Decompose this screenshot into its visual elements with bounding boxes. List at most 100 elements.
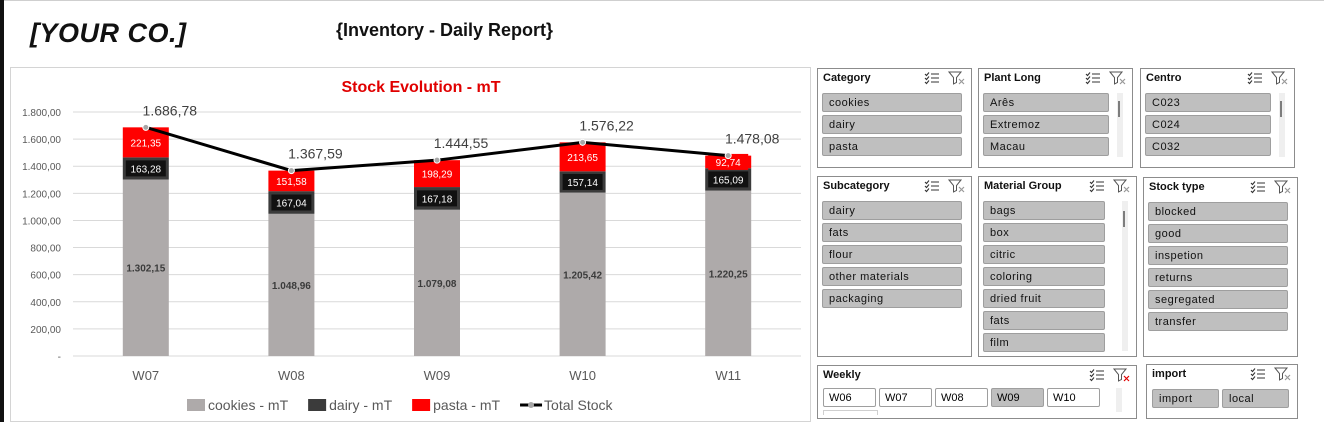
slicer-item[interactable]: other materials — [822, 267, 962, 286]
clear-filter-icon[interactable] — [1109, 71, 1126, 85]
slicer-item[interactable]: box — [983, 223, 1105, 242]
slicer-controls — [924, 71, 965, 85]
data-label: 151,58 — [276, 177, 307, 188]
slicer-item[interactable]: blocked — [1148, 202, 1288, 221]
data-label: 163,28 — [131, 164, 162, 175]
slicer-scrollbar[interactable] — [1117, 93, 1123, 157]
data-label: 1.302,15 — [126, 264, 165, 275]
x-tick-label: W09 — [424, 368, 451, 383]
multi-select-icon[interactable] — [1250, 180, 1266, 194]
total-label: 1.444,55 — [434, 135, 489, 151]
data-label: 1.220,25 — [709, 269, 748, 280]
legend-label: dairy - mT — [329, 397, 392, 413]
slicer-item[interactable]: C024 — [1145, 115, 1271, 134]
clear-filter-icon[interactable] — [1271, 71, 1288, 85]
slicer-item[interactable]: film — [983, 333, 1105, 352]
slicer-item[interactable]: Arês — [983, 93, 1109, 112]
data-label: 1.048,96 — [272, 281, 311, 292]
slicer-material-group[interactable]: Material Group bags box citric coloring drie… — [978, 176, 1137, 357]
x-tick-label: W10 — [569, 368, 596, 383]
multi-select-icon[interactable] — [1247, 71, 1263, 85]
y-tick-label: 1.400,00 — [22, 162, 61, 173]
slicer-item[interactable]: Extremoz — [983, 115, 1109, 134]
slicer-item[interactable]: pasta — [822, 137, 962, 156]
slicer-centro[interactable]: Centro C023 C024 C032 — [1140, 68, 1295, 168]
slicer-controls — [1089, 368, 1130, 382]
scroll-thumb[interactable] — [1118, 101, 1120, 117]
week-button[interactable]: W10 — [1047, 388, 1100, 407]
chart-title: Stock Evolution - mT — [341, 79, 500, 96]
slicer-item[interactable]: Macau — [983, 137, 1109, 156]
slicer-category[interactable]: Category cookies dairy pasta — [817, 68, 972, 168]
clear-filter-icon[interactable] — [1113, 368, 1130, 382]
multi-select-icon[interactable] — [1085, 71, 1101, 85]
clear-filter-icon[interactable] — [1113, 179, 1130, 193]
data-label: 165,09 — [713, 175, 744, 186]
slicer-title: Plant Long — [984, 72, 1041, 84]
scroll-thumb[interactable] — [1280, 101, 1282, 117]
slicer-item[interactable]: C023 — [1145, 93, 1271, 112]
multi-select-icon[interactable] — [1089, 179, 1105, 193]
stock-evolution-chart[interactable]: Stock Evolution - mT - 200,00 400,00 600,00 8… — [10, 67, 811, 422]
import-button[interactable]: import — [1152, 389, 1219, 408]
week-button[interactable]: W09 — [991, 388, 1044, 407]
slicer-weekly[interactable]: Weekly W06 W07 W08 W09 W10 — [817, 365, 1137, 419]
chart-svg: Stock Evolution - mT - 200,00 400,00 600,00 8… — [22, 79, 801, 413]
slicer-subcategory[interactable]: Subcategory dairy fats flour other material… — [817, 176, 972, 357]
slicer-items: Arês Extremoz Macau — [983, 93, 1109, 159]
slicer-scrollbar[interactable] — [1116, 388, 1122, 412]
slicer-title: Weekly — [823, 369, 861, 381]
slicer-item[interactable]: transfer — [1148, 312, 1288, 331]
total-label: 1.576,22 — [579, 117, 634, 133]
x-tick-label: W11 — [715, 368, 741, 383]
slicer-item[interactable]: citric — [983, 245, 1105, 264]
slicer-items: C023 C024 C032 — [1145, 93, 1271, 159]
data-label: 167,18 — [422, 194, 453, 205]
slicer-title: Centro — [1146, 72, 1182, 84]
slicer-item[interactable]: fats — [983, 311, 1105, 330]
clear-filter-icon[interactable] — [948, 71, 965, 85]
slicer-item[interactable]: packaging — [822, 289, 962, 308]
import-buttons: import local — [1152, 389, 1289, 411]
total-label: 1.478,08 — [725, 131, 780, 147]
week-button[interactable]: W06 — [823, 388, 876, 407]
slicer-item[interactable]: C032 — [1145, 137, 1271, 156]
slicer-item[interactable]: fats — [822, 223, 962, 242]
slicer-import[interactable]: import import local — [1146, 364, 1298, 419]
slicer-item[interactable]: flour — [822, 245, 962, 264]
slicer-item[interactable]: cookies — [822, 93, 962, 112]
slicer-plant-long[interactable]: Plant Long Arês Extremoz Macau — [978, 68, 1133, 168]
slicer-scrollbar[interactable] — [1122, 201, 1128, 351]
import-button[interactable]: local — [1222, 389, 1289, 408]
slicer-item[interactable]: dairy — [822, 115, 962, 134]
clear-filter-icon[interactable] — [948, 179, 965, 193]
slicer-title: Stock type — [1149, 181, 1205, 193]
total-point — [579, 138, 587, 146]
clear-filter-icon[interactable] — [1274, 367, 1291, 381]
slicer-item[interactable]: good — [1148, 224, 1288, 243]
y-tick-label: 1.800,00 — [22, 108, 61, 119]
multi-select-icon[interactable] — [924, 179, 940, 193]
slicer-scrollbar[interactable] — [1279, 93, 1285, 157]
slicer-item[interactable]: returns — [1148, 268, 1288, 287]
slicer-item[interactable]: coloring — [983, 267, 1105, 286]
data-label: 1.205,42 — [563, 270, 602, 281]
slicer-title: Material Group — [984, 180, 1062, 192]
slicer-item[interactable]: dairy — [822, 201, 962, 220]
slicer-item[interactable]: bags — [983, 201, 1105, 220]
week-button[interactable]: W07 — [879, 388, 932, 407]
multi-select-icon[interactable] — [1089, 368, 1105, 382]
slicer-stock-type[interactable]: Stock type blocked good inspetion returns se… — [1143, 177, 1298, 357]
slicer-item[interactable]: dried fruit — [983, 289, 1105, 308]
slicer-item[interactable]: segregated — [1148, 290, 1288, 309]
multi-select-icon[interactable] — [924, 71, 940, 85]
slicer-item[interactable]: inspetion — [1148, 246, 1288, 265]
clear-filter-icon[interactable] — [1274, 180, 1291, 194]
legend-label: Total Stock — [544, 397, 613, 413]
y-tick-label: 1.000,00 — [22, 216, 61, 227]
scroll-thumb[interactable] — [1123, 211, 1125, 227]
data-label: 213,65 — [567, 153, 598, 164]
multi-select-icon[interactable] — [1250, 367, 1266, 381]
week-button[interactable]: W08 — [935, 388, 988, 407]
total-point — [724, 152, 732, 160]
